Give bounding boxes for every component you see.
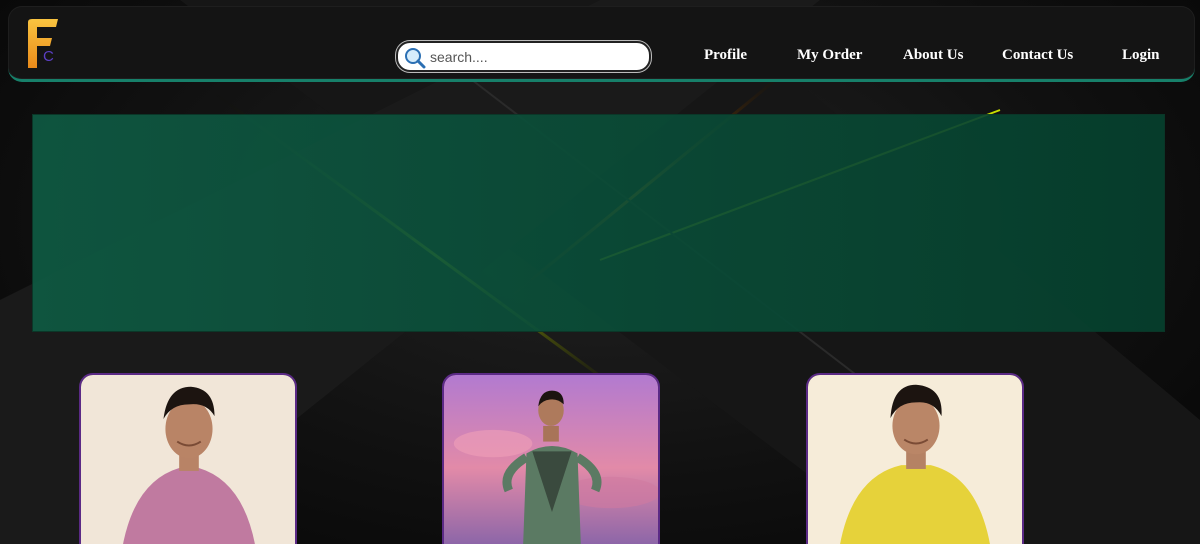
nav-login[interactable]: Login	[1122, 47, 1160, 64]
product-card[interactable]	[806, 373, 1024, 544]
brand-logo[interactable]: C	[26, 18, 70, 72]
product-image	[808, 375, 1022, 544]
search-icon[interactable]	[404, 47, 426, 69]
hero-banner	[32, 114, 1165, 332]
svg-text:C: C	[43, 48, 54, 65]
nav-contact-us[interactable]: Contact Us	[1002, 47, 1073, 64]
product-image	[81, 375, 295, 544]
nav-my-order[interactable]: My Order	[797, 47, 862, 64]
nav-profile[interactable]: Profile	[704, 47, 747, 64]
search-box[interactable]	[396, 41, 651, 72]
navbar: C Profile My Order About Us Contact Us L…	[8, 6, 1195, 82]
product-card[interactable]	[442, 373, 660, 544]
nav-about-us[interactable]: About Us	[903, 47, 963, 64]
product-card[interactable]	[79, 373, 297, 544]
search-input[interactable]	[430, 46, 642, 68]
product-image	[444, 375, 658, 544]
